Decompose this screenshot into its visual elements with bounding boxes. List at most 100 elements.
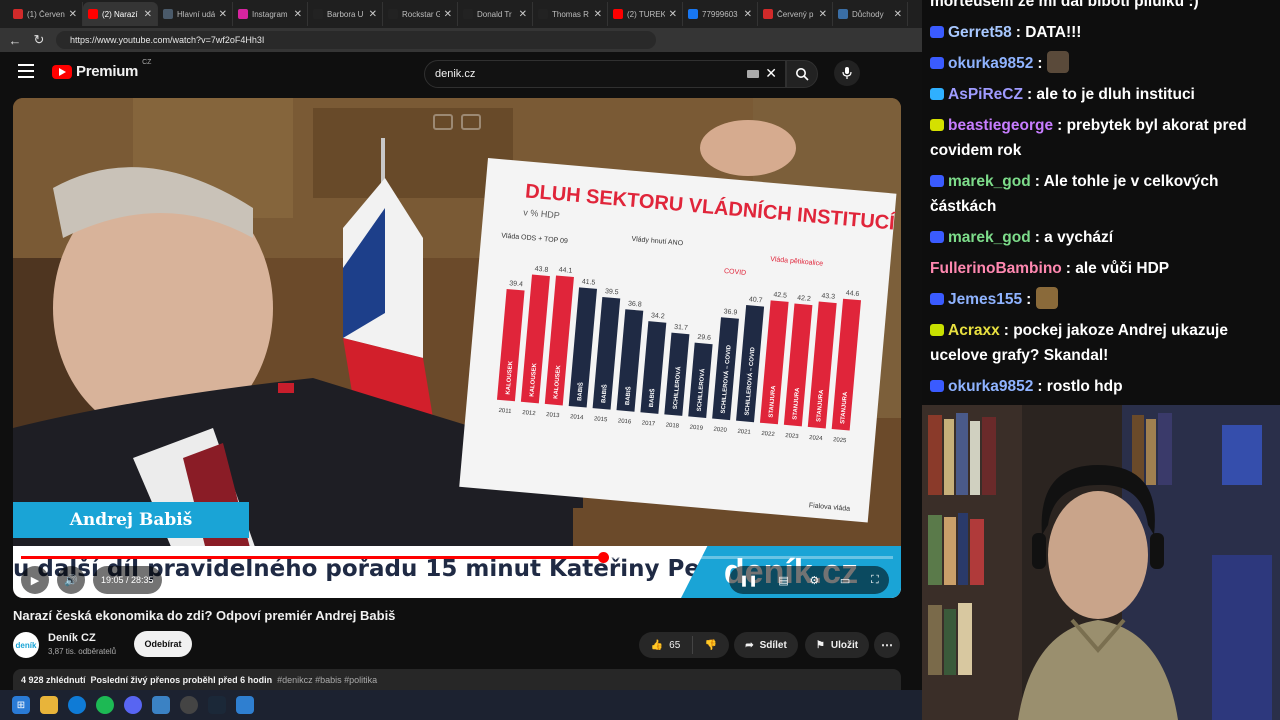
share-button[interactable]: ➦ Sdílet bbox=[734, 632, 798, 658]
browser-tab[interactable]: Červený p ✕ bbox=[758, 2, 833, 26]
browser-tab-bar: (1) Červen ✕ (2) Narazí ✕ Hlavní udá ✕ Instagr… bbox=[0, 0, 922, 28]
discord-icon[interactable] bbox=[124, 696, 142, 714]
search-button[interactable] bbox=[786, 60, 818, 88]
video-player[interactable]: DLUH SEKTORU VLÁDNÍCH INSTITUCÍ v % HDP … bbox=[13, 98, 901, 598]
tab-close-icon[interactable]: ✕ bbox=[669, 9, 677, 20]
tab-close-icon[interactable]: ✕ bbox=[819, 9, 827, 20]
tab-title: (1) Červen bbox=[27, 9, 65, 19]
chat-username[interactable]: beastiegeorge bbox=[948, 117, 1053, 134]
tab-close-icon[interactable]: ✕ bbox=[294, 9, 302, 20]
chat-username[interactable]: okurka9852 bbox=[948, 55, 1033, 72]
channel-avatar[interactable]: deník bbox=[13, 632, 39, 658]
chat-username[interactable]: marek_god bbox=[948, 229, 1031, 246]
chat-username[interactable]: okurka9852 bbox=[948, 378, 1033, 395]
chat-username[interactable]: marek_god bbox=[948, 173, 1031, 190]
progress-scrubber[interactable] bbox=[597, 552, 609, 563]
fullscreen-icon[interactable]: ⛶ bbox=[871, 574, 879, 587]
webcam-feed bbox=[922, 405, 1280, 720]
tab-favicon-icon bbox=[613, 9, 623, 19]
browser-tab[interactable]: Instagram ✕ bbox=[233, 2, 308, 26]
board-year-label: 2011 bbox=[498, 408, 512, 415]
tab-title: (2) TUREK bbox=[627, 9, 665, 19]
chat-username[interactable]: Acraxx bbox=[948, 322, 1000, 339]
notepad-icon[interactable] bbox=[152, 696, 170, 714]
tab-close-icon[interactable]: ✕ bbox=[594, 9, 602, 20]
board-value-label: 34.2 bbox=[651, 312, 665, 320]
clear-search-icon[interactable]: ✕ bbox=[765, 65, 777, 82]
chat-emote-icon bbox=[1035, 287, 1058, 309]
browser-tab[interactable]: Rockstar G ✕ bbox=[383, 2, 458, 26]
tab-close-icon[interactable]: ✕ bbox=[69, 9, 77, 20]
chat-badge-icon bbox=[930, 324, 944, 336]
board-value-label: 44.6 bbox=[845, 290, 859, 298]
board-year-label: 2023 bbox=[785, 433, 799, 440]
tab-close-icon[interactable]: ✕ bbox=[369, 9, 377, 20]
browser-tab[interactable]: (1) Červen ✕ bbox=[8, 2, 83, 26]
browser-tab[interactable]: Barbora U ✕ bbox=[308, 2, 383, 26]
tab-close-icon[interactable]: ✕ bbox=[144, 9, 152, 20]
time-display: 19:05 / 28:35 bbox=[93, 566, 162, 594]
dislike-button[interactable]: 👎 bbox=[693, 640, 729, 651]
board-year-label: 2021 bbox=[737, 429, 751, 436]
subtitles-icon[interactable]: ▤ bbox=[778, 574, 788, 587]
settings-gear-icon[interactable]: ⚙ bbox=[809, 574, 819, 587]
miniplayer-icon[interactable] bbox=[433, 114, 453, 130]
chat-message: marek_god: Ale tohle je v celkových část… bbox=[930, 166, 1272, 222]
tab-close-icon[interactable]: ✕ bbox=[444, 9, 452, 20]
channel-name[interactable]: Deník CZ bbox=[48, 632, 96, 644]
volume-button[interactable]: 🔊 bbox=[57, 566, 85, 594]
hamburger-menu-icon[interactable] bbox=[18, 64, 34, 78]
like-button[interactable]: 👍 65 bbox=[639, 636, 693, 654]
player-controls-left: ▶ 🔊 19:05 / 28:35 bbox=[21, 566, 162, 594]
save-button[interactable]: ⚑ Uložit bbox=[805, 632, 869, 658]
browser-tab[interactable]: (2) TUREK ✕ bbox=[608, 2, 683, 26]
chat-message-list: Gerret58: DATA!!! okurka9852: AsPiReCZ: a… bbox=[930, 17, 1272, 402]
theater-mode-icon[interactable]: ▭ bbox=[840, 574, 850, 587]
reload-icon[interactable]: ↻ bbox=[32, 32, 46, 48]
keyboard-icon[interactable] bbox=[747, 70, 759, 78]
chat-username[interactable]: AsPiReCZ bbox=[948, 86, 1023, 103]
app-icon[interactable] bbox=[236, 696, 254, 714]
browser-tab[interactable]: 77999603 ✕ bbox=[683, 2, 758, 26]
chat-username[interactable]: Jemes155 bbox=[948, 291, 1022, 308]
description-box[interactable]: 4 928 zhlédnutí Poslední živý přenos pro… bbox=[13, 669, 901, 690]
board-year-label: 2024 bbox=[809, 435, 823, 442]
browser-tab[interactable]: Důchody ✕ bbox=[833, 2, 908, 26]
tab-close-icon[interactable]: ✕ bbox=[744, 9, 752, 20]
browser-tab[interactable]: Donald Tr ✕ bbox=[458, 2, 533, 26]
tab-favicon-icon bbox=[763, 9, 773, 19]
steam-icon[interactable] bbox=[208, 696, 226, 714]
browser-tab[interactable]: Thomas R ✕ bbox=[533, 2, 608, 26]
browser-tab[interactable]: (2) Narazí ✕ bbox=[83, 2, 158, 26]
chat-badge-icon bbox=[930, 231, 944, 243]
chat-message: okurka9852: rostlo hdp bbox=[930, 371, 1272, 402]
tab-close-icon[interactable]: ✕ bbox=[219, 9, 227, 20]
edge-browser-icon[interactable] bbox=[68, 696, 86, 714]
hashtags[interactable]: #denikcz #babis #politika bbox=[277, 675, 377, 685]
chat-colon: : bbox=[1037, 55, 1047, 72]
file-explorer-icon[interactable] bbox=[40, 696, 58, 714]
search-input[interactable]: denik.cz ✕ bbox=[424, 60, 786, 88]
tab-close-icon[interactable]: ✕ bbox=[894, 9, 902, 20]
url-field[interactable]: https://www.youtube.com/watch?v=7wf2oF4H… bbox=[56, 31, 656, 49]
browser-tab[interactable]: Hlavní udá ✕ bbox=[158, 2, 233, 26]
cast-icon[interactable] bbox=[461, 114, 481, 130]
chat-message: Gerret58: DATA!!! bbox=[930, 17, 1272, 48]
pause-icon[interactable]: ❚❚ bbox=[739, 574, 757, 587]
subscribe-button[interactable]: Odebírat bbox=[134, 631, 192, 657]
board-year-label: 2018 bbox=[665, 423, 679, 430]
spotify-icon[interactable] bbox=[96, 696, 114, 714]
obs-icon[interactable] bbox=[180, 696, 198, 714]
chat-username[interactable]: FullerinoBambino bbox=[930, 260, 1062, 277]
chat-username[interactable]: Gerret58 bbox=[948, 24, 1012, 41]
chat-text: ale vůči HDP bbox=[1075, 260, 1170, 277]
voice-search-button[interactable] bbox=[834, 60, 860, 86]
more-options-button[interactable]: ⋯ bbox=[874, 632, 900, 658]
back-arrow-icon[interactable]: ← bbox=[8, 33, 22, 48]
video-progress-bar[interactable] bbox=[21, 552, 893, 563]
tab-close-icon[interactable]: ✕ bbox=[519, 9, 527, 20]
play-button[interactable]: ▶ bbox=[21, 566, 49, 594]
youtube-premium-logo[interactable]: Premium CZ bbox=[52, 59, 151, 80]
windows-start-icon[interactable]: ⊞ bbox=[12, 696, 30, 714]
board-value-label: 42.5 bbox=[773, 292, 787, 300]
